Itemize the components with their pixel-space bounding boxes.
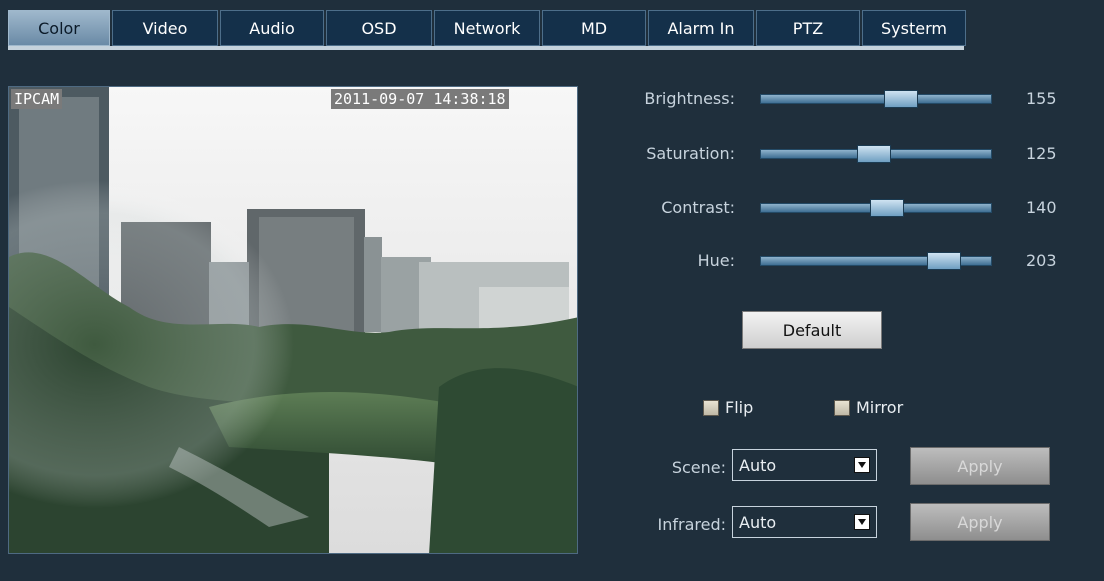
infrared-select[interactable]: Auto — [732, 506, 877, 538]
scene-label: Scene: — [671, 458, 726, 477]
tab-network[interactable]: Network — [434, 10, 540, 46]
tab-color[interactable]: Color — [8, 10, 110, 46]
timestamp-label: 2011-09-07 14:38:18 — [331, 89, 509, 109]
hue-label: Hue: — [697, 251, 735, 270]
tab-alarm-in[interactable]: Alarm In — [648, 10, 754, 46]
hue-slider[interactable] — [760, 252, 992, 270]
contrast-slider[interactable] — [760, 199, 992, 217]
brightness-slider[interactable] — [760, 90, 992, 108]
camera-name-label: IPCAM — [11, 89, 63, 109]
contrast-slider-thumb[interactable] — [870, 199, 905, 217]
saturation-slider[interactable] — [760, 145, 992, 163]
mirror-option[interactable]: Mirror — [834, 398, 903, 417]
tab-md[interactable]: MD — [542, 10, 646, 46]
tab-underline — [8, 46, 964, 50]
video-preview[interactable]: IPCAM 2011-09-07 14:38:18 — [8, 86, 578, 554]
contrast-label: Contrast: — [661, 198, 735, 217]
mirror-checkbox[interactable] — [834, 399, 850, 416]
scene-select[interactable]: Auto — [732, 449, 877, 481]
infrared-value: Auto — [739, 512, 777, 532]
scene-value: Auto — [739, 455, 777, 475]
tab-video[interactable]: Video — [112, 10, 218, 46]
chevron-down-icon[interactable] — [854, 457, 870, 473]
saturation-label: Saturation: — [646, 144, 735, 163]
flip-label: Flip — [725, 398, 754, 417]
tab-osd[interactable]: OSD — [326, 10, 432, 46]
hue-slider-thumb[interactable] — [927, 252, 962, 270]
brightness-label: Brightness: — [644, 89, 735, 108]
brightness-slider-thumb[interactable] — [883, 90, 918, 108]
scene-apply-button[interactable]: Apply — [910, 447, 1050, 485]
contrast-value: 140 — [1026, 198, 1057, 217]
infrared-apply-button[interactable]: Apply — [910, 503, 1050, 541]
tab-audio[interactable]: Audio — [220, 10, 324, 46]
camera-image — [9, 87, 577, 553]
hue-value: 203 — [1026, 251, 1057, 270]
flip-checkbox[interactable] — [703, 399, 719, 416]
saturation-value: 125 — [1026, 144, 1057, 163]
tab-ptz[interactable]: PTZ — [756, 10, 860, 46]
mirror-label: Mirror — [856, 398, 904, 417]
flip-option[interactable]: Flip — [703, 398, 753, 417]
saturation-slider-thumb[interactable] — [856, 145, 891, 163]
tab-systerm[interactable]: Systerm — [862, 10, 966, 46]
default-button[interactable]: Default — [742, 311, 882, 349]
infrared-label: Infrared: — [657, 515, 727, 534]
brightness-value: 155 — [1026, 89, 1057, 108]
chevron-down-icon[interactable] — [854, 514, 870, 530]
